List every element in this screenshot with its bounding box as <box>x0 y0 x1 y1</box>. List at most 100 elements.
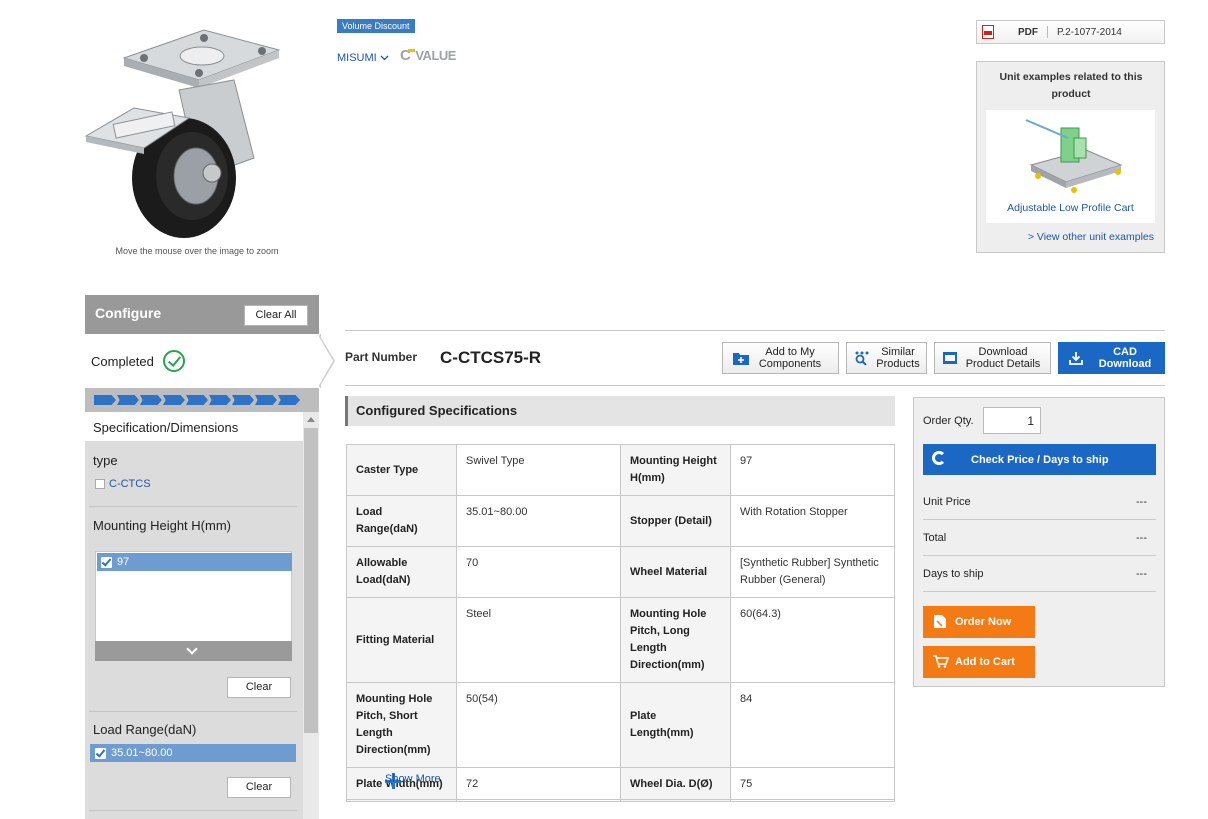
divider <box>89 810 297 811</box>
configuration-progress <box>85 388 319 412</box>
part-number-label: Part Number <box>345 350 418 364</box>
days-to-ship-row: Days to ship --- <box>923 556 1156 592</box>
unit-example-card[interactable]: Adjustable Low Profile Cart <box>986 110 1155 223</box>
spec-row: Caster Type Swivel Type Mounting Height H(… <box>346 444 895 496</box>
spec-value: [Synthetic Rubber] Synthetic Rubber (Gen… <box>730 546 895 598</box>
pdf-separator <box>1047 26 1048 38</box>
progress-step <box>209 395 231 405</box>
magnifier-icon <box>855 351 869 365</box>
spec-value: 60(64.3) <box>730 597 895 683</box>
download-product-details-label: Download Product Details <box>965 346 1041 370</box>
configure-title: Configure <box>95 305 162 321</box>
progress-step <box>255 395 277 405</box>
volume-discount-badge[interactable]: Volume Discount <box>337 19 415 33</box>
completed-label: Completed <box>91 354 154 369</box>
spec-row: Allowable Load(daN) 70 Wheel Material [Synt… <box>346 546 895 598</box>
order-now-label: Order Now <box>955 616 1012 628</box>
cad-download-button[interactable]: CAD Download <box>1058 342 1165 374</box>
unit-price-row: Unit Price --- <box>923 484 1156 520</box>
refresh-icon <box>932 451 946 465</box>
spec-key: Load Range(daN) <box>346 495 457 547</box>
brand-selector[interactable]: MISUMI <box>337 52 389 64</box>
spec-value: Swivel Type <box>456 444 621 496</box>
checked-checkbox[interactable] <box>95 747 106 759</box>
spec-row: Fitting Material Steel Mounting Hole Pitch… <box>346 597 895 683</box>
check-price-label: Check Price / Days to ship <box>971 454 1109 466</box>
order-panel: Order Qty. 1 Check Price / Days to ship … <box>913 397 1165 687</box>
spec-row: Mounting Hole Pitch, Short Length Direct… <box>346 682 895 768</box>
add-to-cart-button[interactable]: Add to Cart <box>923 646 1035 678</box>
part-number-value: C-CTCS75-R <box>440 348 542 367</box>
days-to-ship-label: Days to ship <box>923 568 984 580</box>
progress-step <box>163 395 185 405</box>
unit-example-link[interactable]: Adjustable Low Profile Cart <box>986 202 1155 214</box>
total-value: --- <box>1136 532 1147 544</box>
list-expand-chevron-icon[interactable] <box>95 641 292 661</box>
add-to-cart-label: Add to Cart <box>955 656 1015 668</box>
unit-price-value: --- <box>1136 496 1147 508</box>
mounting-height-value: 97 <box>117 556 130 568</box>
show-more-row[interactable]: Show More <box>346 760 895 800</box>
spec-value: Steel <box>456 597 621 683</box>
spec-key: Stopper (Detail) <box>620 495 731 547</box>
filter-option-label[interactable]: C-CTCS <box>109 478 151 490</box>
clear-mounting-height-button[interactable]: Clear <box>227 677 291 698</box>
chevron-down-icon <box>380 55 389 61</box>
progress-step <box>278 395 300 405</box>
spec-key: Mounting Hole Pitch, Long Length Directi… <box>620 597 731 683</box>
mounting-height-selected[interactable]: 97 <box>97 553 292 571</box>
order-qty-input[interactable]: 1 <box>983 407 1041 434</box>
add-to-my-components-button[interactable]: Add to My Components <box>722 342 839 374</box>
filter-title-mounting-height: Mounting Height H(mm) <box>93 518 231 533</box>
scroll-up-arrow[interactable] <box>307 417 315 422</box>
similar-products-button[interactable]: Similar Products <box>846 342 927 374</box>
spec-dimensions-heading: Specification/Dimensions <box>85 412 303 441</box>
spec-value: 35.01~80.00 <box>456 495 621 547</box>
folder-plus-icon <box>733 353 749 365</box>
spec-key: Allowable Load(daN) <box>346 546 457 598</box>
filters-panel: type C-CTCS Mounting Height H(mm) 97 Cle… <box>85 441 303 819</box>
check-price-button[interactable]: Check Price / Days to ship <box>923 444 1156 475</box>
show-more-link[interactable]: Show More <box>385 773 441 785</box>
progress-step <box>94 395 116 405</box>
product-image[interactable] <box>84 18 314 243</box>
cvalue-logo-text: VALUE <box>415 48 456 63</box>
progress-step <box>232 395 254 405</box>
part-bar-top-rule <box>345 330 1165 331</box>
scroll-thumb[interactable] <box>304 428 318 733</box>
filter-title-load-range: Load Range(daN) <box>93 722 197 737</box>
load-range-selected[interactable]: 35.01~80.00 <box>90 744 296 762</box>
catalog-pdf-button[interactable]: PDF P.2-1077-2014 <box>976 20 1165 44</box>
view-other-units-link[interactable]: > View other unit examples <box>1028 231 1154 243</box>
cad-download-label: CAD Download <box>1098 346 1152 370</box>
unit-price-label: Unit Price <box>923 496 971 508</box>
configured-specs-title: Configured Specifications <box>356 403 518 418</box>
clear-load-range-button[interactable]: Clear <box>227 777 291 798</box>
checked-checkbox[interactable] <box>101 556 112 568</box>
part-bar-bottom-rule <box>345 385 1165 386</box>
spec-value: 70 <box>456 546 621 598</box>
unit-examples-panel: Unit examples related to this product Ad… <box>976 61 1165 253</box>
cvalue-logo: C VALUE <box>400 47 456 64</box>
checkbox[interactable] <box>95 479 105 489</box>
completed-arrow <box>318 335 333 387</box>
pdf-icon <box>982 25 994 39</box>
spec-value: 97 <box>730 444 895 496</box>
load-range-value: 35.01~80.00 <box>111 747 173 759</box>
cart-illustration <box>1025 119 1123 193</box>
clear-all-button[interactable]: Clear All <box>244 305 308 326</box>
download-product-details-button[interactable]: Download Product Details <box>934 342 1051 374</box>
specs-table: Caster Type Swivel Type Mounting Height H(… <box>346 444 895 802</box>
completed-status: Completed <box>85 334 321 388</box>
filter-option-c-ctcs[interactable]: C-CTCS <box>95 478 151 490</box>
total-row: Total --- <box>923 520 1156 556</box>
add-to-my-components-label: Add to My Components <box>758 346 822 370</box>
spec-dimensions-label: Specification/Dimensions <box>93 420 239 435</box>
filters-scrollbar[interactable] <box>303 412 319 819</box>
total-label: Total <box>923 532 947 544</box>
configure-header: Configure Clear All <box>85 295 319 334</box>
order-now-button[interactable]: Order Now <box>923 606 1035 638</box>
configured-specs-heading: Configured Specifications <box>345 396 895 426</box>
spec-value: 84 <box>730 682 895 768</box>
spec-key: Caster Type <box>346 444 457 496</box>
